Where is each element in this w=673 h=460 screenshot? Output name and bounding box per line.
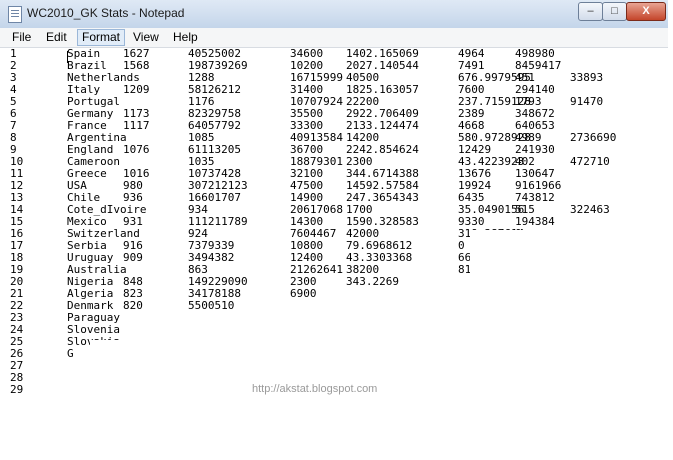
cell-value: 1076 [123,143,150,156]
window-title: WC2010_GK Stats - Notepad [27,6,185,20]
menu-file[interactable]: File [8,30,35,45]
cell-value: 33893 [570,71,604,84]
text-cursor [67,51,68,63]
title-bar[interactable]: WC2010_GK Stats - Notepad – □ X [0,0,668,29]
notepad-icon[interactable] [8,6,22,23]
menu-view[interactable]: View [129,30,163,45]
cell-value: 820 [123,299,143,312]
menu-edit[interactable]: Edit [42,30,71,45]
page-curl-area-3 [90,340,290,460]
menu-format[interactable]: Format [77,29,126,46]
line-number: 29 [10,383,24,396]
cell-value: 1209 [123,83,150,96]
cell-value: 5500510 [188,299,235,312]
maximize-button[interactable]: □ [602,2,627,21]
cell-value: 472710 [570,155,610,168]
cell-value: 91470 [570,95,604,108]
minimize-button[interactable]: – [578,2,603,21]
cell-value: 1117 [123,119,150,132]
cell-value: G [67,347,74,360]
notepad-window: WC2010_GK Stats - Notepad – □ X File Edi… [0,0,673,460]
cell-value: 2736690 [570,131,617,144]
close-button[interactable]: X [626,2,666,21]
cell-value: 322463 [570,203,610,216]
cell-value: 343.2269 [346,275,399,288]
menu-help[interactable]: Help [169,30,202,45]
watermark: http://akstat.blogspot.com [252,383,378,395]
menu-bar: File Edit Format View Help [0,28,668,48]
